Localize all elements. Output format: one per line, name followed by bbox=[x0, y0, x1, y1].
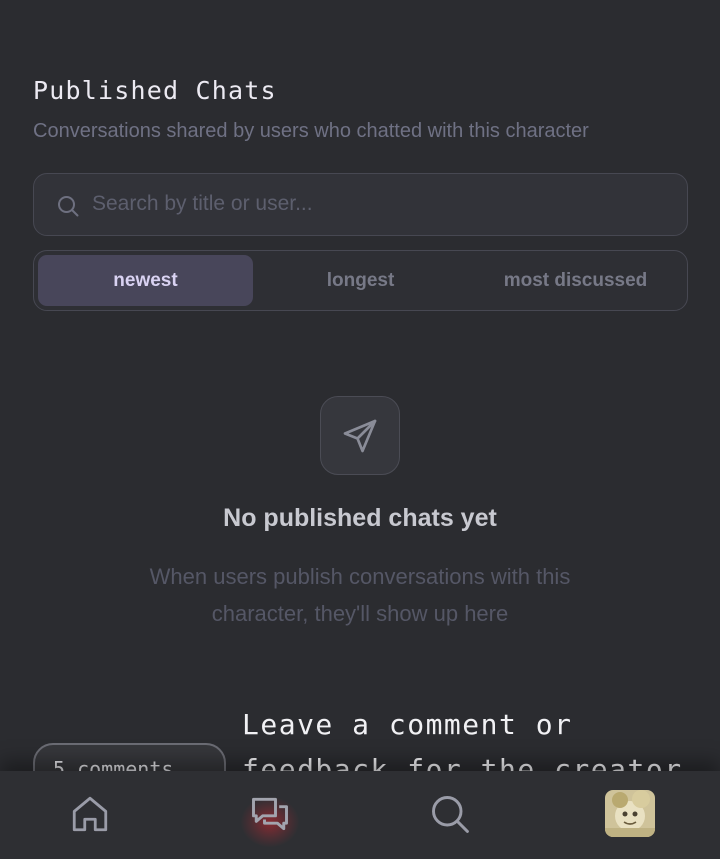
tab-most-discussed[interactable]: most discussed bbox=[468, 255, 683, 306]
search-icon bbox=[58, 196, 79, 217]
bottom-nav bbox=[0, 771, 720, 859]
nav-profile-avatar[interactable] bbox=[605, 790, 655, 837]
empty-state-title: No published chats yet bbox=[223, 504, 497, 532]
avatar bbox=[605, 790, 655, 837]
search-icon bbox=[432, 796, 469, 833]
section-title: Published Chats bbox=[33, 76, 277, 105]
empty-state-description: When users publish conversations with th… bbox=[149, 564, 571, 626]
nav-chats[interactable] bbox=[241, 789, 299, 847]
search-input[interactable] bbox=[92, 174, 672, 234]
home-icon bbox=[72, 796, 108, 832]
sort-tabs: newest longest most discussed bbox=[33, 250, 688, 311]
nav-search[interactable] bbox=[425, 789, 475, 839]
section-subtitle: Conversations shared by users who chatte… bbox=[33, 120, 589, 142]
nav-home[interactable] bbox=[65, 789, 115, 839]
tab-longest[interactable]: longest bbox=[253, 255, 468, 306]
send-icon bbox=[343, 419, 377, 452]
empty-state-icon-box bbox=[320, 396, 400, 475]
page: Published Chats Conversations shared by … bbox=[0, 0, 720, 859]
search-box[interactable] bbox=[33, 173, 688, 236]
tab-newest[interactable]: newest bbox=[38, 255, 253, 306]
chat-bubbles-icon bbox=[252, 797, 288, 831]
